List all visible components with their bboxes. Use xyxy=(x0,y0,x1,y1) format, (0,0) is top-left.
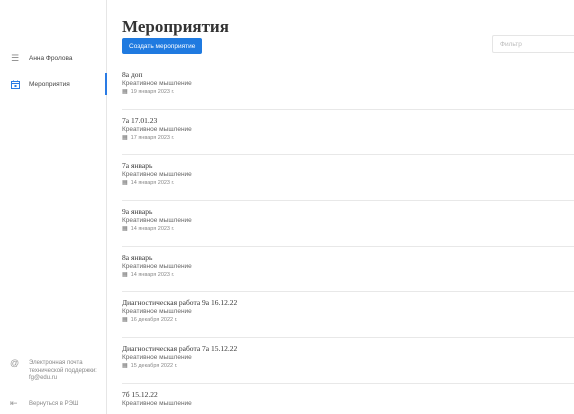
calendar-icon xyxy=(9,78,21,90)
event-date-label: 14 января 2023 г. xyxy=(130,180,175,187)
main-content: Мероприятия Создать мероприятие 8а доп К… xyxy=(107,0,574,414)
calendar-icon: ▦ xyxy=(122,226,128,233)
list-item[interactable]: Диагностическая работа 9а 16.12.22 Креат… xyxy=(122,292,574,339)
list-item[interactable]: 7а 17.01.23 Креативное мышление ▦ 17 янва… xyxy=(122,110,574,156)
back-label: Вернуться в РЭШ xyxy=(29,400,79,407)
event-date: ▦ 14 января 2023 г. xyxy=(122,271,574,279)
event-title[interactable]: 8а доп xyxy=(122,70,574,79)
filter-input[interactable] xyxy=(492,35,574,53)
event-subject: Креативное мышление xyxy=(122,217,192,225)
sidebar: ☰ Анна Фролова Мероприятия @ Электронная… xyxy=(0,0,107,414)
event-subject: Креативное мышление xyxy=(122,262,192,270)
event-subject: Креативное мышление xyxy=(122,125,192,133)
page-title: Мероприятия xyxy=(122,17,229,36)
list-item[interactable]: 7б 15.12.22 Креативное мышление xyxy=(122,384,574,414)
sidebar-item-events[interactable]: Мероприятия xyxy=(0,73,107,95)
calendar-icon: ▦ xyxy=(122,363,128,370)
event-list: 8а доп Креативное мышление ▦ 19 января 20… xyxy=(122,64,574,414)
event-date-label: 17 января 2023 г. xyxy=(130,134,175,141)
at-icon: @ xyxy=(10,358,20,368)
event-date-label: 15 декабря 2022 г. xyxy=(130,363,178,370)
calendar-icon: ▦ xyxy=(122,89,128,95)
logout-icon: ⇤ xyxy=(10,398,18,408)
event-subject: Креативное мышление xyxy=(122,354,192,362)
calendar-icon: ▦ xyxy=(122,134,128,141)
event-date: ▦ 17 января 2023 г. xyxy=(122,134,574,142)
support-label[interactable]: Электронная почта технической поддержки:… xyxy=(29,360,105,383)
event-title[interactable]: Диагностическая работа 7а 15.12.22 xyxy=(122,344,574,353)
list-item[interactable]: 8а доп Креативное мышление ▦ 19 января 20… xyxy=(122,64,574,110)
event-date: ▦ 15 декабря 2022 г. xyxy=(122,362,574,370)
sidebar-item-label: Мероприятия xyxy=(29,80,70,88)
event-date: ▦ 14 января 2023 г. xyxy=(122,179,574,187)
calendar-icon: ▦ xyxy=(122,180,128,187)
list-item[interactable]: 9а январь Креативное мышление ▦ 14 января… xyxy=(122,201,574,247)
event-date: ▦ 19 января 2023 г. xyxy=(122,88,574,96)
sidebar-user-name: Анна Фролова xyxy=(29,54,73,62)
event-date-label: 16 декабря 2022 г. xyxy=(130,317,178,324)
list-item[interactable]: 8а январь Креативное мышление ▦ 14 января… xyxy=(122,247,574,293)
event-title[interactable]: 7а январь xyxy=(122,161,574,170)
event-title[interactable]: 8а январь xyxy=(122,253,574,262)
event-date: ▦ 14 января 2023 г. xyxy=(122,225,574,233)
calendar-icon: ▦ xyxy=(122,317,128,324)
event-title[interactable]: 9а январь xyxy=(122,207,574,216)
event-date-label: 14 января 2023 г. xyxy=(130,226,175,233)
event-date: ▦ 16 декабря 2022 г. xyxy=(122,316,574,324)
event-subject: Креативное мышление xyxy=(122,399,192,407)
back-to-resh-link[interactable]: ⇤ Вернуться в РЭШ xyxy=(0,398,107,409)
event-date-label: 19 января 2023 г. xyxy=(130,89,175,95)
create-event-button[interactable]: Создать мероприятие xyxy=(122,38,203,54)
list-item[interactable]: Диагностическая работа 7а 15.12.22 Креат… xyxy=(122,338,574,384)
event-title[interactable]: 7а 17.01.23 xyxy=(122,116,574,125)
event-title[interactable]: Диагностическая работа 9а 16.12.22 xyxy=(122,298,574,307)
list-item[interactable]: 7а январь Креативное мышление ▦ 14 января… xyxy=(122,155,574,202)
event-date-label: 14 января 2023 г. xyxy=(130,271,175,278)
event-title[interactable]: 7б 15.12.22 xyxy=(122,390,574,399)
event-subject: Креативное мышление xyxy=(122,308,192,316)
calendar-icon: ▦ xyxy=(122,271,128,278)
support-contact: @ Электронная почта технической поддержк… xyxy=(0,358,107,383)
sidebar-item-user[interactable]: ☰ Анна Фролова xyxy=(0,47,107,69)
event-subject: Креативное мышление xyxy=(122,80,192,87)
menu-icon[interactable]: ☰ xyxy=(9,52,21,64)
event-subject: Креативное мышление xyxy=(122,171,192,179)
